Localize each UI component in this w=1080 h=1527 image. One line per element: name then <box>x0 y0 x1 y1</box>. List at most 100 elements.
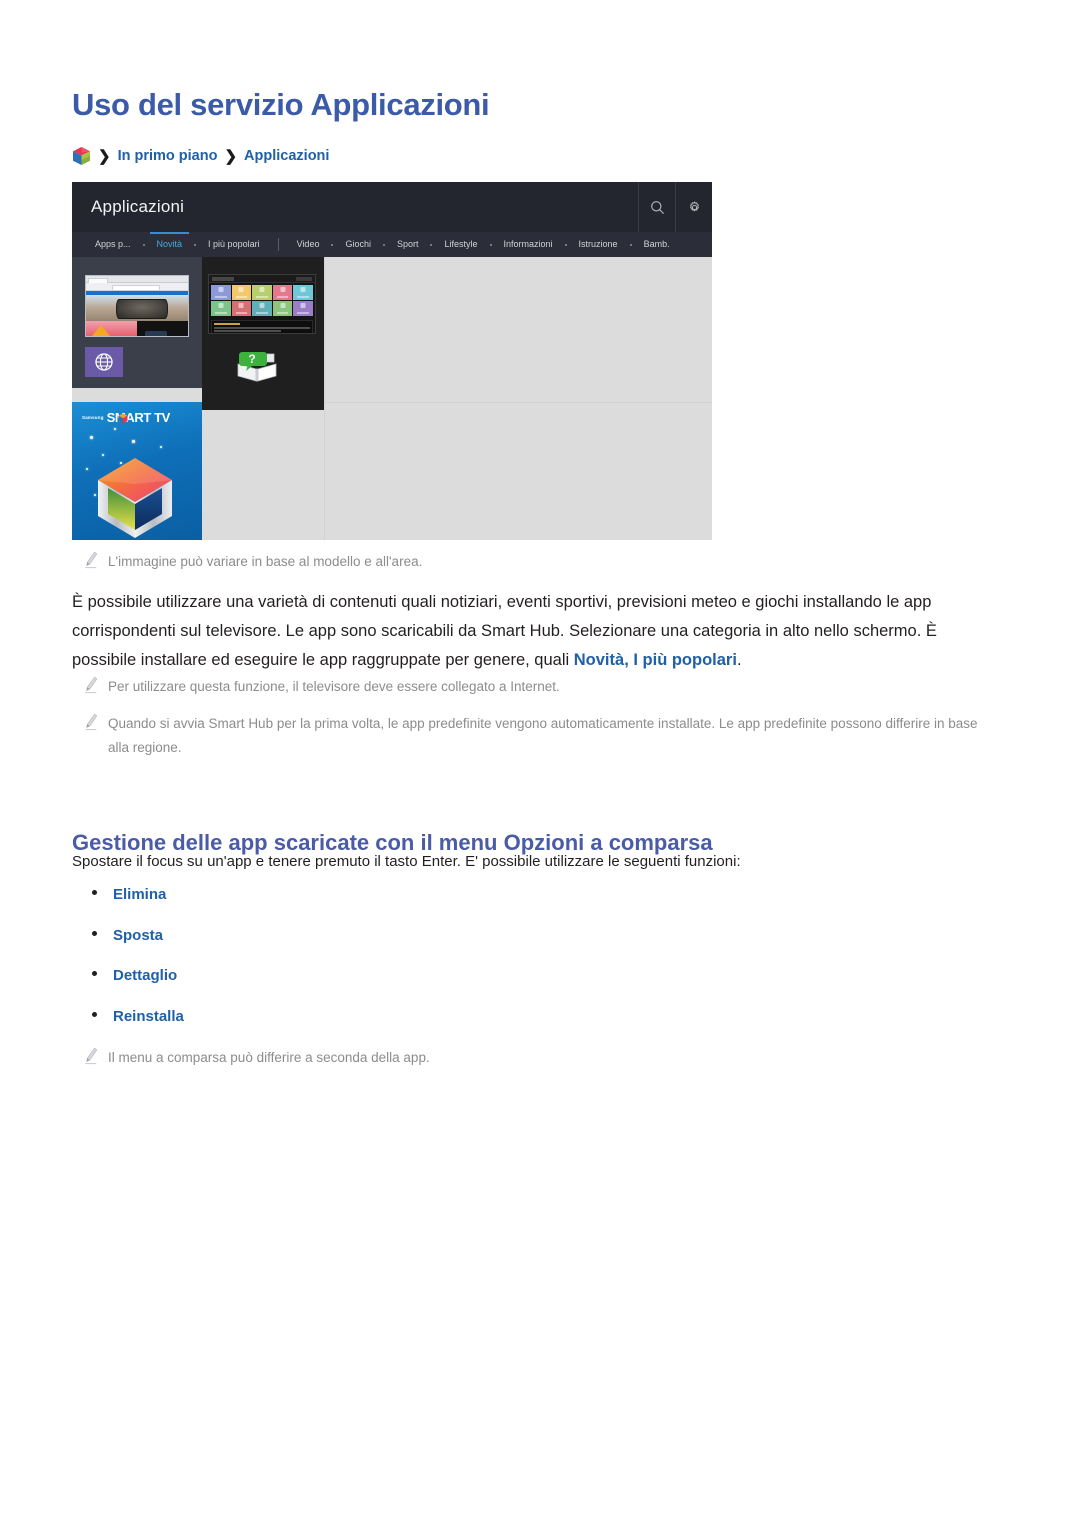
bullet-dot <box>92 930 97 936</box>
e-manual-menu-cell <box>293 285 313 300</box>
brand-product-text: SMART TV <box>106 410 171 425</box>
tab-group-divider <box>277 238 279 251</box>
tab-dot-separator <box>142 243 145 246</box>
bullet-dot <box>92 890 97 895</box>
option-label-dettaglio[interactable]: Dettaglio <box>113 967 177 984</box>
tab-dot-separator <box>331 243 334 246</box>
e-manual-note-line <box>214 330 282 332</box>
sparkle <box>132 440 135 443</box>
e-manual-menu-cell <box>293 301 313 316</box>
e-manual-titlebar-icons <box>296 277 312 281</box>
tab-video[interactable]: Video <box>288 232 329 257</box>
e-manual-menu-grid <box>209 283 315 318</box>
list-item[interactable]: Elimina <box>92 886 184 927</box>
pencil-note-icon <box>84 712 108 731</box>
sparkle <box>114 428 116 430</box>
pencil-note-icon <box>84 550 108 569</box>
breadcrumb-item-in-primo-piano[interactable]: In primo piano <box>118 148 218 164</box>
grid-divider-horizontal <box>324 402 712 403</box>
note-text: L'immagine può variare in base al modell… <box>108 554 423 569</box>
tab-istruzione[interactable]: Istruzione <box>570 232 627 257</box>
paragraph-text: È possibile utilizzare una varietà di co… <box>72 593 937 669</box>
e-manual-menu-cell <box>272 301 293 316</box>
note-default-apps: Quando si avvia Smart Hub per la prima v… <box>84 712 1002 760</box>
page-title: Uso del servizio Applicazioni <box>72 86 490 122</box>
e-manual-tile-base <box>202 402 324 410</box>
paragraph-highlight: Novità, I più popolari <box>573 651 737 669</box>
browser-chrome-bar <box>86 276 188 284</box>
smart-hub-3d-cube-graphic <box>96 454 174 540</box>
e-manual-title-placeholder <box>212 277 234 281</box>
sparkle <box>90 436 93 439</box>
tab-dot-separator <box>564 243 567 246</box>
tv-screenshot-figure: Applicazioni Apps p... Novità I più popo… <box>72 182 712 540</box>
tab-novita[interactable]: Novità <box>148 232 192 257</box>
option-label-elimina[interactable]: Elimina <box>113 886 166 903</box>
promo-card-2 <box>137 321 188 336</box>
e-manual-menu-cell <box>272 285 293 300</box>
gear-icon[interactable] <box>675 182 712 232</box>
brand-name: Samsung <box>82 415 104 420</box>
app-tile-smart-tv-promo[interactable]: Samsung SMART TV <box>72 402 202 540</box>
tab-apps-p[interactable]: Apps p... <box>86 232 140 257</box>
e-manual-titlebar <box>209 275 315 283</box>
e-manual-menu-cell <box>231 285 252 300</box>
e-manual-menu-cell <box>231 301 252 316</box>
tab-lifestyle[interactable]: Lifestyle <box>435 232 486 257</box>
pencil-note-icon <box>84 1046 108 1065</box>
site-hero-tv-product <box>116 299 168 319</box>
pencil-note-icon <box>84 675 108 694</box>
paragraph-text-end: . <box>736 651 742 669</box>
list-item[interactable]: Reinstalla <box>92 1008 184 1049</box>
e-manual-note-line <box>214 327 310 329</box>
note-image-variation: L'immagine può variare in base al modell… <box>84 550 984 574</box>
breadcrumb-item-applicazioni[interactable]: Applicazioni <box>244 148 329 164</box>
e-manual-menu-cell <box>211 301 231 316</box>
breadcrumb-separator-2: ❯ <box>224 148 238 165</box>
tab-dot-separator <box>629 243 632 246</box>
app-tile-web-browser[interactable] <box>72 257 202 388</box>
tv-header-icon-group <box>638 182 712 232</box>
tv-app-grid: ? Samsung SMART TV <box>72 257 712 540</box>
sparkle <box>160 446 162 448</box>
e-manual-menu-cell <box>252 301 272 316</box>
tv-header: Applicazioni <box>72 182 712 232</box>
intro-paragraph: È possibile utilizzare una varietà di co… <box>72 588 990 675</box>
bullet-dot <box>92 971 97 976</box>
e-manual-thumbnail <box>208 274 316 334</box>
tab-giochi[interactable]: Giochi <box>336 232 380 257</box>
list-item[interactable]: Dettaglio <box>92 967 184 1008</box>
tab-i-piu-popolari[interactable]: I più popolari <box>199 232 269 257</box>
tv-empty-grid-area <box>324 257 712 540</box>
option-label-reinstalla[interactable]: Reinstalla <box>113 1008 184 1025</box>
note-text: Quando si avvia Smart Hub per la prima v… <box>108 716 978 755</box>
popup-options-list: Elimina Sposta Dettaglio Reinstalla <box>92 886 184 1048</box>
tab-dot-separator <box>382 243 385 246</box>
document-page: Uso del servizio Applicazioni ❯ In primo… <box>0 0 1080 1527</box>
browser-address-bar <box>86 283 188 291</box>
breadcrumb-separator: ❯ <box>98 148 111 165</box>
tv-category-tabs[interactable]: Apps p... Novità I più popolari Video Gi… <box>72 232 712 257</box>
tab-informazioni[interactable]: Informazioni <box>495 232 562 257</box>
tv-empty-cell <box>202 410 324 540</box>
sparkle <box>86 468 88 470</box>
e-manual-menu-cell <box>211 285 231 300</box>
e-manual-note-title <box>214 323 240 325</box>
site-promo-cards <box>86 321 188 336</box>
note-internet-required: Per utilizzare questa funzione, il telev… <box>84 675 984 699</box>
option-label-sposta[interactable]: Sposta <box>113 927 163 944</box>
web-browser-thumbnail <box>85 275 189 337</box>
note-text: Il menu a comparsa può differire a secon… <box>108 1050 430 1065</box>
tab-sport[interactable]: Sport <box>388 232 428 257</box>
search-icon[interactable] <box>638 182 675 232</box>
tv-header-title: Applicazioni <box>91 197 185 216</box>
list-item[interactable]: Sposta <box>92 927 184 968</box>
note-popup-menu-varies: Il menu a comparsa può differire a secon… <box>84 1046 984 1070</box>
brand-product-name: SMART TV <box>106 410 171 425</box>
tab-dot-separator <box>489 243 492 246</box>
app-tile-e-manual[interactable]: ? <box>202 257 324 402</box>
tab-dot-separator <box>194 243 197 246</box>
section-lead-text: Spostare il focus su un'app e tenere pre… <box>72 853 741 870</box>
logo-cube-icon <box>118 412 128 424</box>
tab-bambini[interactable]: Bamb. <box>635 232 679 257</box>
